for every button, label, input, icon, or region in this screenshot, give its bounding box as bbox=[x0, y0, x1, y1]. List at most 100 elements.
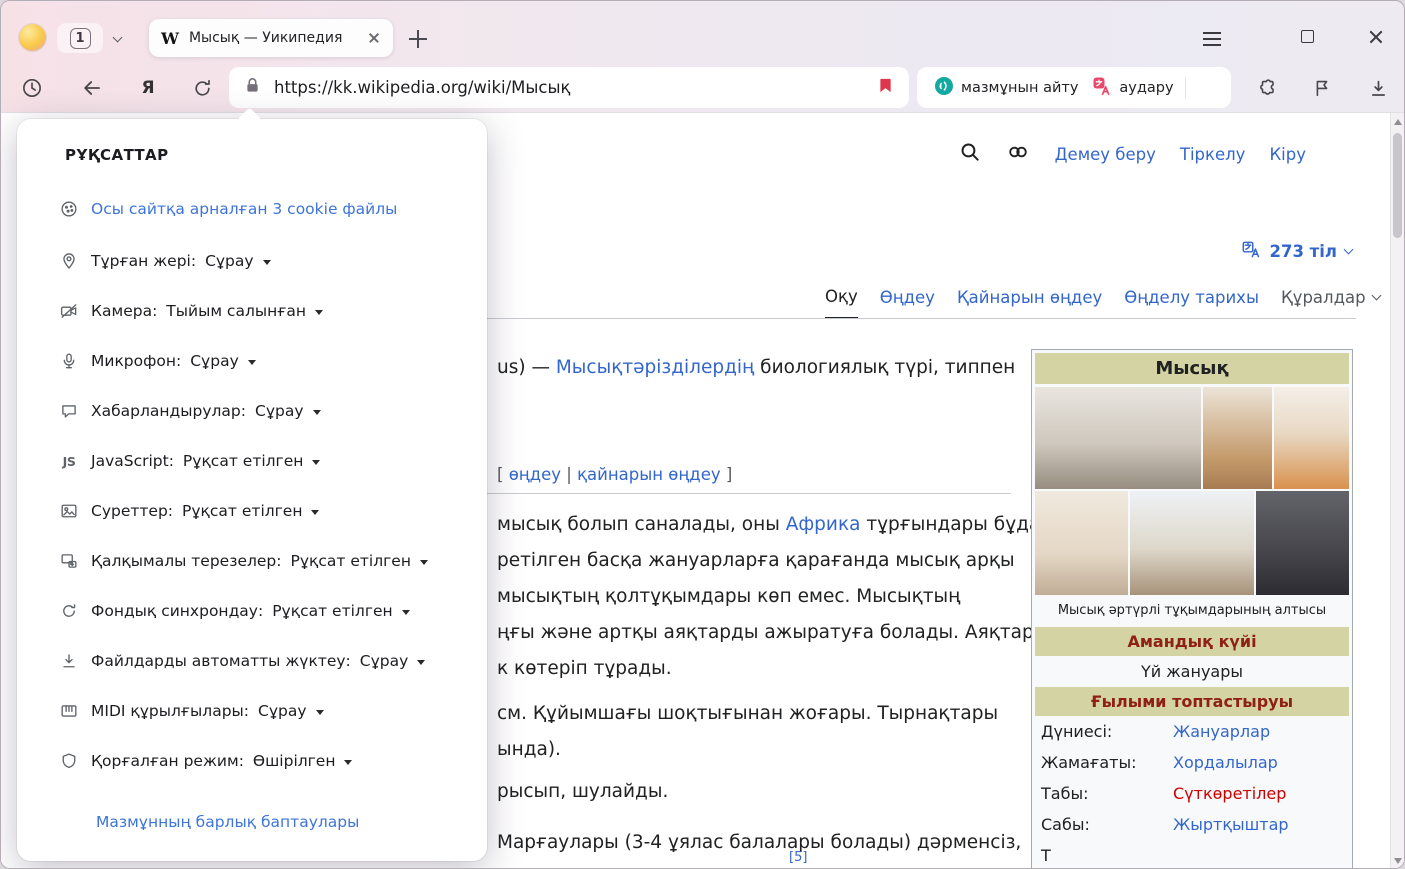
lock-icon[interactable] bbox=[243, 76, 262, 99]
tab-close-icon[interactable] bbox=[367, 31, 381, 45]
permission-value: Рұқсат етілген bbox=[182, 502, 302, 520]
dropdown-caret-icon bbox=[315, 310, 323, 315]
address-bar[interactable]: https://kk.wikipedia.org/wiki/Мысық bbox=[229, 67, 909, 108]
article-tab-2[interactable]: Өңдеу bbox=[880, 288, 935, 318]
tab-group-badge[interactable]: 1 bbox=[57, 23, 103, 53]
permission-row-auto-downloads[interactable]: Файлдарды автоматты жүктеу:Сұрау bbox=[17, 636, 487, 686]
article-line: [ өңдеу | қайнарын өңдеу ] bbox=[497, 465, 732, 484]
search-icon[interactable] bbox=[959, 141, 981, 167]
yandex-logo: Я bbox=[141, 78, 154, 98]
permission-value: Тыйым салынған bbox=[166, 302, 306, 320]
permission-row-popup-windows[interactable]: Қалқымалы терезелер:Рұқсат етілген bbox=[17, 536, 487, 586]
address-more-icon[interactable] bbox=[1192, 78, 1208, 97]
reference-link[interactable]: [5] bbox=[789, 850, 807, 865]
article-line: см. Құйымшағы шоқтығынан жоғары. Тырнақт… bbox=[497, 703, 998, 724]
popup-title: РҰҚСАТТАР bbox=[65, 146, 487, 164]
appearance-icon[interactable] bbox=[1005, 141, 1031, 167]
article-text-span: рысып, шулайды. bbox=[497, 781, 668, 802]
language-selector[interactable]: 273 тіл bbox=[1241, 239, 1353, 264]
article-line: мысық болып саналады, оны Африка тұрғынд… bbox=[497, 514, 1052, 535]
permission-row-location[interactable]: Тұрған жері:Сұрау bbox=[17, 236, 487, 286]
hamburger-menu-icon[interactable] bbox=[1199, 29, 1225, 49]
taxonomy-value-link[interactable]: Жыртқыштар bbox=[1173, 815, 1289, 834]
article-text-span: | bbox=[561, 465, 577, 484]
article-text-span: мысықтың қолтұқымдары көп емес. Мысықтың bbox=[497, 586, 960, 607]
cookies-link[interactable]: Осы сайтқа арналған 3 cookie файлы bbox=[91, 200, 397, 218]
permission-row-javascript[interactable]: JSJavaScript:Рұқсат етілген bbox=[17, 436, 487, 486]
scrollbar[interactable] bbox=[1390, 113, 1404, 868]
window-close-icon[interactable] bbox=[1367, 28, 1385, 46]
permission-row-background-sync[interactable]: Фондық синхрондау:Рұқсат етілген bbox=[17, 586, 487, 636]
taxonomy-value-link[interactable]: Хордалылар bbox=[1173, 753, 1278, 772]
read-aloud-button[interactable]: мазмұнын айту bbox=[927, 76, 1085, 100]
bookmark-icon[interactable] bbox=[876, 76, 895, 99]
article-tab-5[interactable]: Құралдар bbox=[1281, 288, 1380, 318]
permission-label: Файлдарды автоматты жүктеу: bbox=[91, 652, 351, 670]
cat-photo[interactable] bbox=[1274, 387, 1349, 489]
chevron-down-icon bbox=[1371, 291, 1381, 301]
permission-row-midi[interactable]: MIDI құрылғылары:Сұрау bbox=[17, 686, 487, 736]
article-line: рысып, шулайды. bbox=[497, 781, 668, 802]
permission-value: Сұрау bbox=[255, 402, 304, 420]
article-tab-4[interactable]: Өңделу тарихы bbox=[1124, 288, 1259, 318]
new-tab-button[interactable] bbox=[405, 26, 431, 52]
article-link[interactable]: Африка bbox=[786, 514, 861, 535]
cat-photo[interactable] bbox=[1035, 491, 1128, 595]
auto-downloads-icon bbox=[59, 651, 79, 671]
browser-tab[interactable]: W Мысық — Уикипедия bbox=[149, 19, 393, 57]
collections-icon[interactable] bbox=[1307, 73, 1337, 103]
donate-link[interactable]: Демеу беру bbox=[1055, 145, 1156, 164]
article-link[interactable]: өңдеу bbox=[509, 465, 561, 484]
register-link[interactable]: Тіркелу bbox=[1180, 145, 1246, 164]
translate-icon bbox=[1092, 76, 1112, 100]
cat-photo[interactable] bbox=[1256, 491, 1349, 595]
taxonomy-value-link[interactable]: Жануарлар bbox=[1173, 722, 1270, 741]
downloads-icon[interactable] bbox=[1363, 73, 1393, 103]
article-text-span: Марғаулары (3-4 ұялас балалары болады) д… bbox=[497, 832, 1021, 853]
scrollbar-down-icon[interactable] bbox=[1394, 858, 1402, 864]
clock-icon bbox=[21, 77, 43, 99]
article-link[interactable]: Мысықтәрізділердің bbox=[556, 357, 754, 378]
taxonomy-row: Жамағаты:Хордалылар bbox=[1035, 747, 1349, 778]
article-text-span: к көтеріп тұрады. bbox=[497, 658, 672, 679]
scrollbar-thumb[interactable] bbox=[1393, 133, 1402, 238]
status-value: Үй жануары bbox=[1035, 656, 1349, 687]
login-link[interactable]: Кіру bbox=[1269, 145, 1306, 164]
browser-chrome: 1 W Мысық — Уикипедия Я https://kk.w bbox=[1, 1, 1404, 113]
tab-group-dropdown[interactable] bbox=[107, 31, 127, 47]
cookies-row[interactable]: Осы сайтқа арналған 3 cookie файлы bbox=[59, 194, 487, 224]
cat-photo[interactable] bbox=[1203, 387, 1272, 489]
taxonomy-rows: Дүниесі:ЖануарларЖамағаты:ХордалыларТабы… bbox=[1035, 716, 1349, 868]
permission-label: Қорғалған режим: bbox=[91, 752, 244, 770]
scrollbar-up-icon[interactable] bbox=[1394, 119, 1402, 125]
profile-avatar[interactable] bbox=[19, 24, 46, 51]
permission-row-notifications[interactable]: Хабарландырулар:Сұрау bbox=[17, 386, 487, 436]
back-button[interactable] bbox=[77, 73, 107, 103]
dropdown-caret-icon bbox=[263, 260, 271, 265]
article-line: [5] bbox=[789, 850, 807, 865]
content-settings-link[interactable]: Мазмұнның барлық баптаулары bbox=[96, 813, 359, 831]
reload-button[interactable] bbox=[187, 73, 217, 103]
article-tab-1[interactable]: Оқу bbox=[825, 287, 858, 319]
article-line: ңғы және артқы аяқтарды ажыратуға болады… bbox=[497, 622, 1048, 643]
notifications-icon bbox=[59, 401, 79, 421]
translate-button[interactable]: аудару bbox=[1085, 76, 1180, 100]
history-button[interactable] bbox=[17, 73, 47, 103]
permission-value: Сұрау bbox=[205, 252, 254, 270]
extensions-icon[interactable] bbox=[1251, 73, 1281, 103]
window-maximize-icon[interactable] bbox=[1301, 30, 1314, 43]
taxonomy-label: Сабы: bbox=[1041, 815, 1173, 834]
permission-row-protected-mode[interactable]: Қорғалған режим:Өшірілген bbox=[17, 736, 487, 786]
cat-photo[interactable] bbox=[1130, 491, 1254, 595]
taxonomy-value-link[interactable]: Сүткөретілер bbox=[1173, 784, 1286, 803]
article-tab-3[interactable]: Қайнарын өңдеу bbox=[957, 288, 1102, 318]
permission-row-images[interactable]: Суреттер:Рұқсат етілген bbox=[17, 486, 487, 536]
permission-row-camera[interactable]: Камера:Тыйым салынған bbox=[17, 286, 487, 336]
permission-label: Фондық синхрондау: bbox=[91, 602, 263, 620]
cat-photo[interactable] bbox=[1035, 387, 1201, 489]
yandex-button[interactable]: Я bbox=[133, 73, 163, 103]
more-options-icon[interactable] bbox=[1330, 145, 1346, 164]
url-text[interactable]: https://kk.wikipedia.org/wiki/Мысық bbox=[274, 78, 876, 97]
permission-row-microphone[interactable]: Микрофон:Сұрау bbox=[17, 336, 487, 386]
article-link[interactable]: қайнарын өңдеу bbox=[577, 465, 721, 484]
